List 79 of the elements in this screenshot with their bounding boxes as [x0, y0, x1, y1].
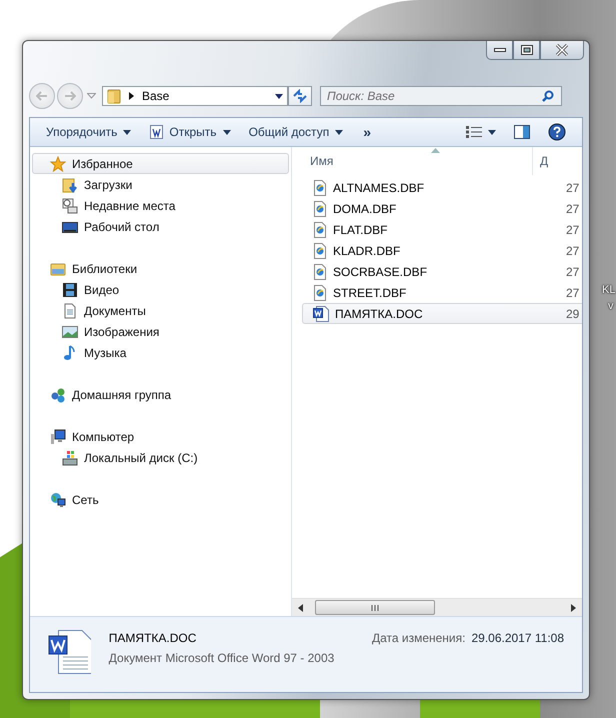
- nav-item[interactable]: Избранное: [32, 153, 289, 174]
- star-icon: [50, 156, 66, 172]
- database-file-icon: [313, 222, 327, 238]
- nav-item[interactable]: Библиотеки: [32, 258, 289, 279]
- refresh-button[interactable]: [288, 86, 312, 106]
- menu-button[interactable]: Общий доступ: [242, 122, 350, 142]
- sort-arrow-icon: [431, 148, 440, 153]
- open-button[interactable]: Открыть: [143, 122, 237, 142]
- nav-item[interactable]: Видео: [32, 279, 289, 300]
- nav-item[interactable]: Изображения: [32, 321, 289, 342]
- database-file-icon: [313, 242, 327, 258]
- more-commands-button[interactable]: »: [355, 124, 379, 140]
- address-path[interactable]: Base: [142, 89, 170, 103]
- downloads-folder-icon: [62, 176, 78, 192]
- preview-pane-icon: [514, 125, 530, 139]
- nav-item[interactable]: Загрузки: [32, 174, 289, 195]
- word-document-icon: [48, 629, 91, 675]
- close-icon: [555, 44, 569, 56]
- help-icon: [548, 123, 566, 141]
- file-row[interactable]: DOMA.DBF 27: [308, 198, 582, 219]
- file-row[interactable]: SOCRBASE.DBF 27: [308, 261, 582, 282]
- computer-icon: [50, 428, 66, 444]
- refresh-arrows-icon: [292, 89, 308, 103]
- database-file-icon: [313, 200, 327, 216]
- date-modified-value: 29.06.2017 11:08: [471, 631, 564, 645]
- database-file-icon: [313, 180, 327, 196]
- word-document-icon: [313, 306, 329, 322]
- dropdown-caret-icon[interactable]: [275, 94, 283, 98]
- caret-icon: [123, 130, 132, 134]
- column-header[interactable]: Имя: [292, 154, 532, 168]
- grip-icon: [371, 604, 379, 610]
- file-row[interactable]: STREET.DBF 27: [308, 282, 582, 303]
- list-view-icon: [466, 126, 482, 138]
- nav-item[interactable]: Домашняя группа: [32, 384, 289, 405]
- back-arrow-icon: [36, 91, 48, 101]
- network-icon: [50, 492, 66, 508]
- folder-icon: [107, 88, 121, 104]
- nav-item[interactable]: Компьютер: [32, 426, 289, 447]
- maximize-icon: [520, 45, 532, 55]
- document-icon: [62, 302, 78, 318]
- minimize-icon: [494, 47, 506, 53]
- file-row[interactable]: KLADR.DBF 27: [308, 240, 582, 261]
- caret-icon: [335, 130, 344, 134]
- database-file-icon: [313, 284, 327, 300]
- nav-item[interactable]: Документы: [32, 300, 289, 321]
- address-bar[interactable]: Base: [102, 86, 288, 106]
- file-row[interactable]: ПАМЯТКА.DOC 29: [302, 303, 582, 324]
- forward-arrow-icon: [64, 91, 76, 101]
- nav-item[interactable]: Сеть: [32, 489, 289, 510]
- scroll-left-arrow-icon[interactable]: [298, 604, 303, 612]
- disk-drive-icon: [62, 450, 78, 466]
- picture-icon: [62, 324, 78, 340]
- database-file-icon: [313, 264, 327, 280]
- scroll-right-arrow-icon[interactable]: [571, 604, 576, 612]
- file-name: ПАМЯТКА.DOC: [108, 631, 198, 645]
- search-field[interactable]: Поиск: Base: [320, 86, 562, 106]
- nav-item[interactable]: Рабочий стол: [32, 216, 289, 237]
- column-header[interactable]: Д: [532, 147, 548, 175]
- maximize-button[interactable]: [513, 41, 540, 60]
- homegroup-icon: [50, 386, 66, 402]
- film-icon: [62, 282, 78, 298]
- nav-item[interactable]: Недавние места: [32, 195, 289, 216]
- close-button[interactable]: [540, 41, 584, 60]
- word-document-icon: [149, 125, 164, 139]
- nav-item[interactable]: Локальный диск (C:): [32, 447, 289, 468]
- library-folder-icon: [50, 260, 66, 276]
- recent-places-icon: [62, 198, 78, 214]
- minimize-button[interactable]: [486, 41, 513, 60]
- menu-button[interactable]: Упорядочить: [40, 122, 138, 142]
- nav-item[interactable]: Музыка: [32, 342, 289, 363]
- caret-icon: [488, 130, 496, 134]
- breadcrumb-arrow-icon: [129, 92, 134, 100]
- file-row[interactable]: ALTNAMES.DBF 27: [308, 177, 582, 198]
- file-type: Документ Microsoft Office Word 97 - 2003: [108, 651, 336, 665]
- scrollbar-thumb[interactable]: [315, 600, 435, 615]
- horizontal-scrollbar[interactable]: [292, 598, 582, 616]
- date-modified-label: Дата изменения:: [372, 631, 466, 645]
- caret-icon: [222, 130, 231, 134]
- file-row[interactable]: FLAT.DBF 27: [308, 219, 582, 240]
